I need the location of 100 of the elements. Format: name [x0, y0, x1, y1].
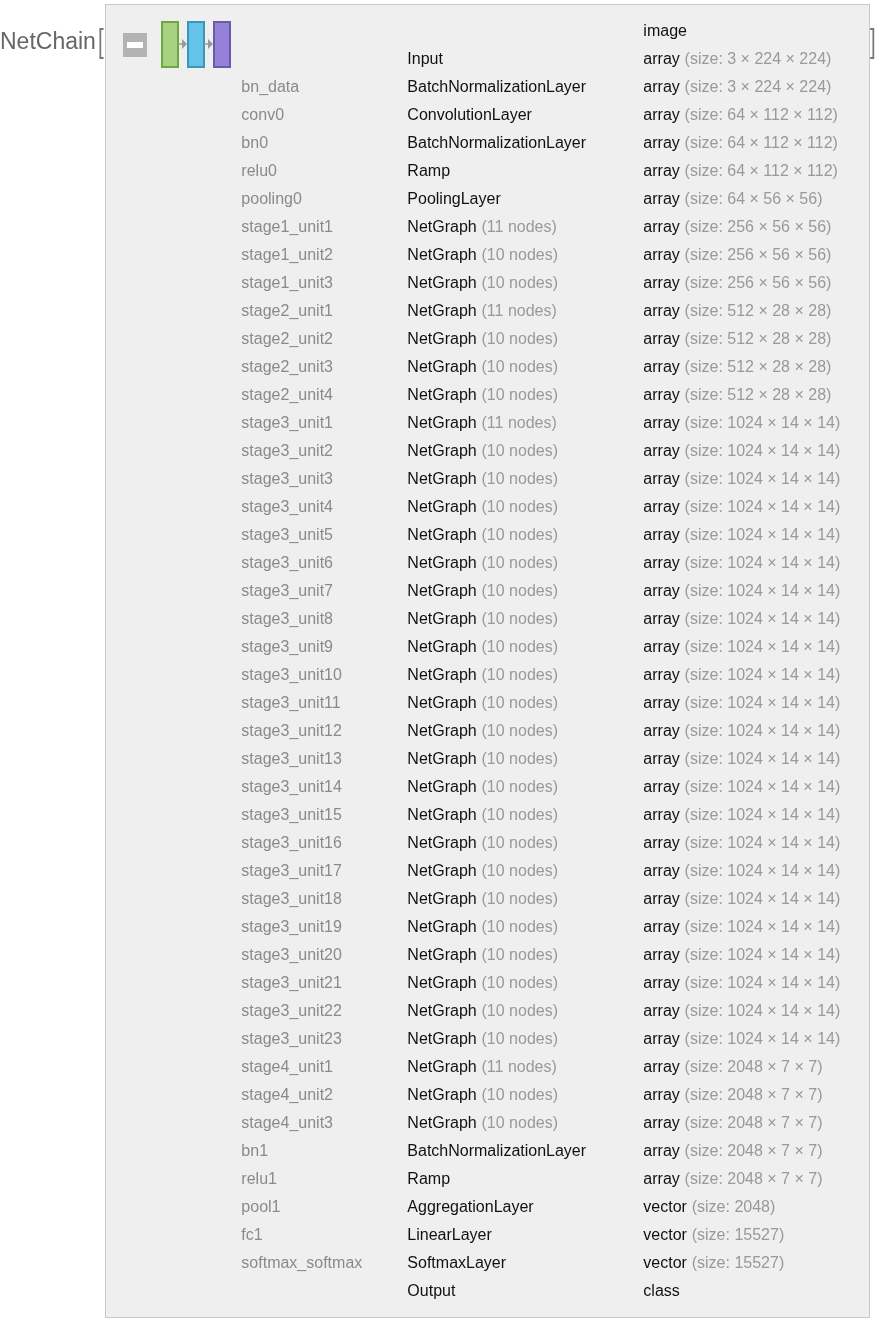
layer-type-label: NetGraph (10 nodes): [407, 805, 559, 825]
output-size-label: array (size: 2048 × 7 × 7): [643, 1085, 824, 1105]
layer-name: stage2_unit3: [241, 357, 334, 377]
layer-name: stage3_unit4: [241, 497, 334, 517]
collapse-button[interactable]: [123, 33, 148, 57]
output-size-label: array (size: 64 × 56 × 56): [643, 189, 824, 209]
layer-type-label: SoftmaxLayer: [407, 1253, 508, 1273]
output-size-label: array (size: 3 × 224 × 224): [643, 77, 833, 97]
layer-type-label: NetGraph (10 nodes): [407, 581, 559, 601]
layer-type-label: NetGraph (10 nodes): [407, 637, 559, 657]
layer-name: stage2_unit4: [241, 385, 334, 405]
layer-type-label: NetGraph (10 nodes): [407, 833, 559, 853]
layer-name: bn1: [241, 1141, 270, 1161]
layer-name: bn0: [241, 133, 270, 153]
layer-type-label: NetGraph (10 nodes): [407, 749, 559, 769]
layer-name: stage3_unit10: [241, 665, 343, 685]
layer-type-label: NetGraph (10 nodes): [407, 497, 559, 517]
layer-type-label: NetGraph (10 nodes): [407, 945, 559, 965]
layer-name: stage3_unit2: [241, 441, 334, 461]
layer-name: stage2_unit1: [241, 301, 334, 321]
layer-type-label: NetGraph (10 nodes): [407, 1085, 559, 1105]
output-size-label: array (size: 512 × 28 × 28): [643, 329, 833, 349]
layer-name: stage3_unit15: [241, 805, 343, 825]
layer-name: relu0: [241, 161, 278, 181]
output-size-label: array (size: 2048 × 7 × 7): [643, 1113, 824, 1133]
layer-type-label: AggregationLayer: [407, 1197, 535, 1217]
layer-type-label: NetGraph (10 nodes): [407, 525, 559, 545]
layer-name: pooling0: [241, 189, 303, 209]
output-size-label: array (size: 1024 × 14 × 14): [643, 889, 842, 909]
output-size-label: array (size: 1024 × 14 × 14): [643, 497, 842, 517]
layer-type-label: NetGraph (11 nodes): [407, 217, 558, 237]
output-size-label: array (size: 1024 × 14 × 14): [643, 637, 842, 657]
layer-name: stage3_unit18: [241, 889, 343, 909]
output-size-label: array (size: 1024 × 14 × 14): [643, 581, 842, 601]
output-size-label: array (size: 1024 × 14 × 14): [643, 973, 842, 993]
output-size-label: vector (size: 15527): [643, 1253, 786, 1273]
output-size-label: array (size: 1024 × 14 × 14): [643, 833, 842, 853]
output-size-label: image: [643, 21, 688, 41]
net-chain-label: NetChain: [0, 27, 96, 55]
layer-type-label: BatchNormalizationLayer: [407, 133, 588, 153]
layer-type-label: NetGraph (10 nodes): [407, 917, 559, 937]
layer-type-label: NetGraph (10 nodes): [407, 1113, 559, 1133]
output-size-label: array (size: 512 × 28 × 28): [643, 385, 833, 405]
layer-type-label: NetGraph (10 nodes): [407, 861, 559, 881]
output-size-label: array (size: 1024 × 14 × 14): [643, 749, 842, 769]
output-size-label: array (size: 1024 × 14 × 14): [643, 469, 842, 489]
layer-name: stage3_unit20: [241, 945, 343, 965]
output-size-label: array (size: 1024 × 14 × 14): [643, 441, 842, 461]
output-size-label: array (size: 1024 × 14 × 14): [643, 693, 842, 713]
layer-name: stage3_unit1: [241, 413, 334, 433]
layer-type-label: BatchNormalizationLayer: [407, 77, 588, 97]
layer-name: stage3_unit5: [241, 525, 334, 545]
layer-name: stage3_unit19: [241, 917, 343, 937]
layer-name: stage3_unit17: [241, 861, 343, 881]
layer-name: pool1: [241, 1197, 282, 1217]
layer-type-label: NetGraph (11 nodes): [407, 1057, 558, 1077]
layer-name: stage1_unit2: [241, 245, 334, 265]
layer-type-label: Output: [407, 1281, 457, 1301]
layer-name: stage3_unit13: [241, 749, 343, 769]
layer-name: stage3_unit3: [241, 469, 334, 489]
output-size-label: array (size: 1024 × 14 × 14): [643, 861, 842, 881]
output-size-label: array (size: 64 × 112 × 112): [643, 161, 839, 181]
layer-type-label: NetGraph (10 nodes): [407, 329, 559, 349]
layer-type-label: NetGraph (10 nodes): [407, 385, 559, 405]
layer-name: stage3_unit9: [241, 637, 334, 657]
layer-type-label: NetGraph (10 nodes): [407, 721, 559, 741]
layer-name: stage4_unit2: [241, 1085, 334, 1105]
layer-name: stage2_unit2: [241, 329, 334, 349]
output-size-label: array (size: 2048 × 7 × 7): [643, 1169, 824, 1189]
layer-name: softmax_softmax: [241, 1253, 364, 1273]
layer-name: stage4_unit3: [241, 1113, 334, 1133]
layer-name: fc1: [241, 1225, 264, 1245]
layer-name: bn_data: [241, 77, 301, 97]
layer-type-label: NetGraph (11 nodes): [407, 301, 558, 321]
layer-name: stage3_unit7: [241, 581, 334, 601]
output-size-label: array (size: 1024 × 14 × 14): [643, 609, 842, 629]
output-size-label: array (size: 1024 × 14 × 14): [643, 805, 842, 825]
output-size-label: vector (size: 2048): [643, 1197, 777, 1217]
layer-type-label: NetGraph (10 nodes): [407, 441, 559, 461]
output-size-label: vector (size: 15527): [643, 1225, 786, 1245]
layer-name: stage3_unit21: [241, 973, 343, 993]
layer-type-label: NetGraph (10 nodes): [407, 973, 559, 993]
output-size-label: array (size: 512 × 28 × 28): [643, 357, 833, 377]
layer-type-label: Ramp: [407, 161, 452, 181]
layer-type-label: BatchNormalizationLayer: [407, 1141, 588, 1161]
layer-type-label: NetGraph (11 nodes): [407, 413, 558, 433]
output-size-label: array (size: 3 × 224 × 224): [643, 49, 833, 69]
output-size-label: array (size: 256 × 56 × 56): [643, 217, 833, 237]
layer-name: stage3_unit8: [241, 609, 334, 629]
output-size-label: array (size: 256 × 56 × 56): [643, 245, 833, 265]
output-size-label: array (size: 64 × 112 × 112): [643, 105, 839, 125]
output-size-label: array (size: 1024 × 14 × 14): [643, 1029, 842, 1049]
layer-type-label: Input: [407, 49, 444, 69]
layer-type-label: NetGraph (10 nodes): [407, 693, 559, 713]
output-size-label: array (size: 1024 × 14 × 14): [643, 721, 842, 741]
layer-name: stage1_unit3: [241, 273, 334, 293]
layer-type-label: PoolingLayer: [407, 189, 502, 209]
minus-icon: [127, 42, 144, 48]
layer-name: conv0: [241, 105, 286, 125]
layer-type-label: NetGraph (10 nodes): [407, 357, 559, 377]
